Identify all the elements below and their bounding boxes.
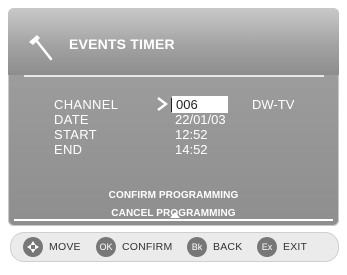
bottom-divider: [14, 219, 333, 221]
ex-badge: Ex: [257, 237, 277, 257]
end-value[interactable]: 14:52: [175, 142, 208, 157]
channel-name: DW-TV: [252, 97, 295, 112]
footer-move-label: MOVE: [49, 241, 81, 253]
footer-help-bar: MOVE OK CONFIRM Bk BACK Ex EXIT: [10, 232, 339, 262]
footer-back-label: BACK: [213, 241, 243, 253]
footer-confirm: OK CONFIRM: [96, 237, 172, 257]
date-value[interactable]: 22/01/03: [175, 112, 226, 127]
confirm-programming-button[interactable]: CONFIRM PROGRAMMING: [8, 190, 339, 201]
channel-number: 006: [176, 97, 198, 112]
footer-confirm-label: CONFIRM: [122, 241, 173, 253]
date-label: DATE: [54, 112, 89, 127]
bk-badge: Bk: [187, 237, 207, 257]
selector-arrow-icon: [157, 97, 168, 111]
footer-exit-label: EXIT: [283, 241, 308, 253]
start-value[interactable]: 12:52: [175, 127, 208, 142]
up-indicator-icon: [170, 212, 180, 218]
text-cursor: [171, 98, 172, 112]
timer-panel: EVENTS TIMER CHANNEL DATE START END 006 …: [8, 8, 339, 226]
hammer-icon: [29, 35, 53, 61]
header-divider: [24, 75, 324, 77]
timer-screen: EVENTS TIMER CHANNEL DATE START END 006 …: [0, 0, 347, 275]
channel-label: CHANNEL: [54, 97, 119, 112]
dpad-icon: [23, 237, 43, 257]
ok-badge: OK: [96, 237, 116, 257]
start-label: START: [54, 127, 97, 142]
footer-back: Bk BACK: [187, 237, 242, 257]
page-title: EVENTS TIMER: [69, 36, 175, 52]
footer-exit: Ex EXIT: [257, 237, 307, 257]
footer-move: MOVE: [23, 237, 81, 257]
end-label: END: [54, 142, 83, 157]
